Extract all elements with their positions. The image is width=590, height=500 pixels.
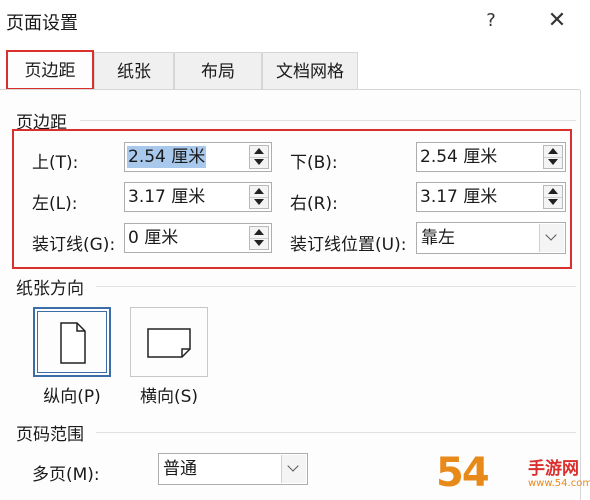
tab-strip: 页边距 纸张 布局 文档网格	[0, 48, 590, 90]
right-margin-label: 右(R):	[290, 194, 338, 214]
watermark-text: 手游网	[528, 459, 579, 479]
right-margin-value[interactable]: 3.17 厘米	[419, 186, 498, 208]
help-button[interactable]: ?	[476, 6, 506, 36]
spin-down-icon[interactable]	[254, 159, 264, 165]
left-margin-label: 左(L):	[32, 194, 78, 214]
spin-down-icon[interactable]	[548, 199, 558, 205]
orientation-section-rule	[96, 286, 576, 287]
gutter-spinner[interactable]: 0 厘米	[124, 223, 272, 253]
portrait-page-icon	[60, 322, 86, 364]
multiple-pages-select[interactable]: 普通	[158, 453, 308, 485]
tab-paper[interactable]: 纸张	[94, 52, 174, 90]
gutter-spin-buttons[interactable]	[249, 226, 269, 250]
top-margin-label: 上(T):	[32, 153, 79, 173]
bottom-margin-label: 下(B):	[290, 153, 338, 173]
dropdown-button[interactable]	[539, 224, 564, 252]
margins-section-rule	[80, 120, 576, 121]
portrait-button[interactable]	[33, 307, 111, 377]
top-margin-value[interactable]: 2.54 厘米	[127, 146, 207, 168]
spin-up-icon[interactable]	[254, 229, 264, 235]
close-button[interactable]: ✕	[540, 6, 574, 36]
right-margin-spin-buttons[interactable]	[543, 185, 563, 209]
landscape-page-icon	[147, 328, 191, 358]
gutter-position-value: 靠左	[421, 228, 455, 248]
spin-down-icon[interactable]	[254, 240, 264, 246]
left-margin-spinner[interactable]: 3.17 厘米	[124, 182, 272, 212]
site-watermark-logo: 54 手游网 www.54.com	[436, 448, 590, 500]
orientation-section-label: 纸张方向	[16, 274, 90, 299]
pages-section-label: 页码范围	[16, 420, 90, 445]
left-margin-value[interactable]: 3.17 厘米	[127, 186, 206, 208]
chevron-down-icon	[545, 229, 557, 241]
spin-down-icon[interactable]	[548, 159, 558, 165]
gutter-value[interactable]: 0 厘米	[127, 227, 179, 249]
top-margin-spinner[interactable]: 2.54 厘米	[124, 142, 272, 172]
portrait-label[interactable]: 纵向(P)	[26, 382, 118, 407]
landscape-button[interactable]	[130, 307, 208, 377]
watermark-url: www.54.com	[528, 478, 590, 489]
chevron-down-icon	[287, 460, 299, 472]
gutter-label: 装订线(G):	[32, 235, 116, 255]
watermark-number: 54	[436, 450, 490, 496]
spin-up-icon[interactable]	[254, 148, 264, 154]
spin-down-icon[interactable]	[254, 199, 264, 205]
right-margin-spinner[interactable]: 3.17 厘米	[416, 182, 566, 212]
gutter-position-select[interactable]: 靠左	[416, 222, 566, 254]
left-margin-spin-buttons[interactable]	[249, 185, 269, 209]
spin-up-icon[interactable]	[254, 188, 264, 194]
pages-section-rule	[96, 432, 576, 433]
dropdown-button[interactable]	[281, 455, 306, 483]
top-margin-spin-buttons[interactable]	[249, 145, 269, 169]
tab-document-grid[interactable]: 文档网格	[262, 52, 358, 90]
multiple-pages-label: 多页(M):	[32, 465, 100, 485]
multiple-pages-value: 普通	[163, 459, 197, 479]
gutter-position-label: 装订线位置(U):	[290, 235, 407, 255]
title-bar: 页面设置 ? ✕	[0, 0, 590, 44]
spin-up-icon[interactable]	[548, 188, 558, 194]
tab-margins[interactable]: 页边距	[6, 50, 94, 90]
bottom-margin-spinner[interactable]: 2.54 厘米	[416, 142, 566, 172]
tab-layout[interactable]: 布局	[174, 52, 262, 90]
bottom-margin-spin-buttons[interactable]	[543, 145, 563, 169]
landscape-label[interactable]: 横向(S)	[122, 382, 216, 407]
dialog-title: 页面设置	[6, 13, 78, 34]
spin-up-icon[interactable]	[548, 148, 558, 154]
bottom-margin-value[interactable]: 2.54 厘米	[419, 146, 498, 168]
